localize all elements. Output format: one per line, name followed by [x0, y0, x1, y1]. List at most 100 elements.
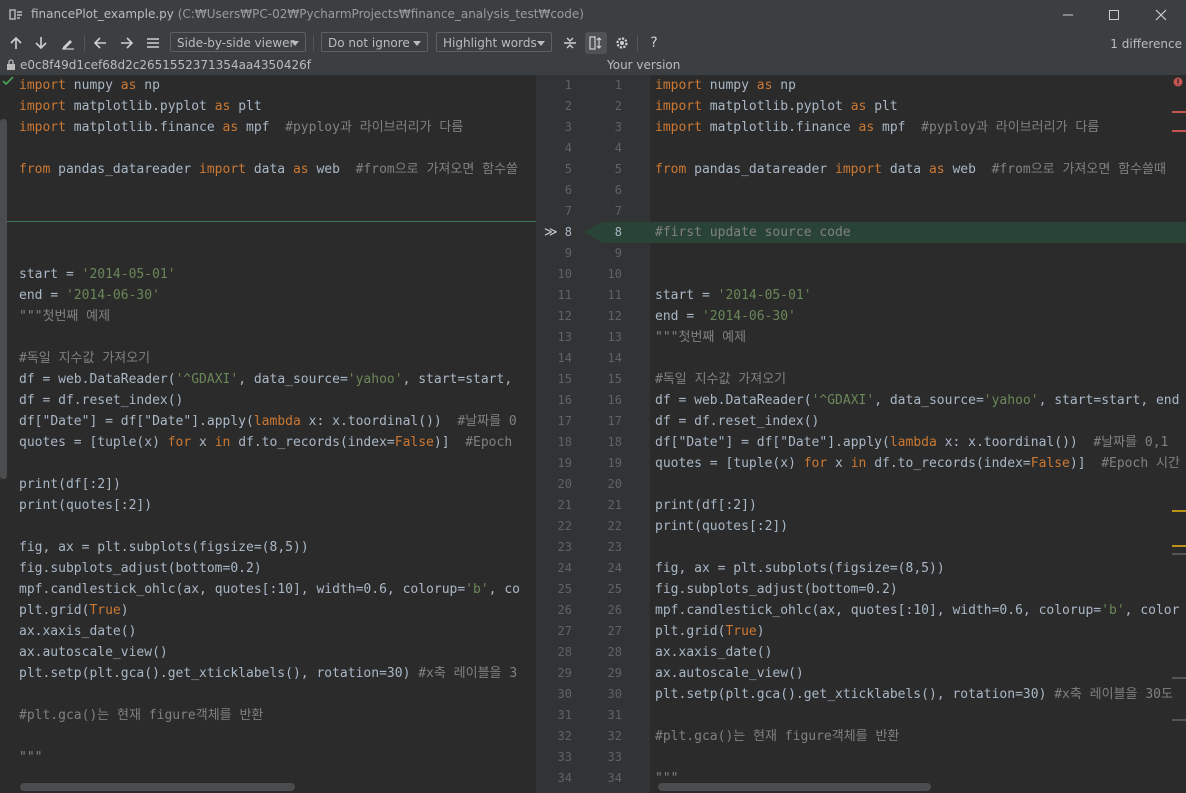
settings-button[interactable]: [611, 32, 633, 54]
info-stripe-marker[interactable]: [1172, 553, 1186, 555]
viewer-mode-select[interactable]: Side-by-side viewer: [170, 32, 306, 52]
left-code-line[interactable]: start = '2014-05-01': [19, 264, 176, 285]
gear-icon: [616, 37, 628, 49]
right-line-number: 5: [614, 162, 622, 176]
left-code-line[interactable]: quotes = [tuple(x) for x in df.to_record…: [19, 432, 512, 453]
right-code-line[interactable]: import matplotlib.finance as mpf #pyploy…: [655, 117, 1099, 138]
left-line-number: 29: [557, 666, 572, 680]
right-code-line[interactable]: plt.setp(plt.gca().get_xticklabels(), ro…: [655, 684, 1173, 705]
left-line-number: 9: [564, 246, 572, 260]
left-line-number: 11: [557, 288, 572, 302]
right-code-line[interactable]: ax.xaxis_date(): [655, 642, 772, 663]
right-code-line[interactable]: mpf.candlestick_ohlc(ax, quotes[:10], wi…: [655, 600, 1179, 621]
error-icon[interactable]: [1173, 77, 1183, 87]
left-code-line[interactable]: import matplotlib.finance as mpf #pyploy…: [19, 117, 463, 138]
left-line-number: 10: [557, 267, 572, 281]
left-code-line[interactable]: fig, ax = plt.subplots(figsize=(8,5)): [19, 537, 309, 558]
maximize-button[interactable]: [1091, 0, 1137, 30]
next-difference-button[interactable]: [30, 32, 52, 54]
ignore-whitespace-select[interactable]: Do not ignore: [321, 32, 428, 52]
back-button[interactable]: [89, 32, 111, 54]
left-code-line[interactable]: df = web.DataReader('^GDAXI', data_sourc…: [19, 369, 512, 390]
pencil-icon: [62, 40, 74, 50]
left-code-line[interactable]: df["Date"] = df["Date"].apply(lambda x: …: [19, 411, 517, 432]
left-code-line[interactable]: mpf.candlestick_ohlc(ax, quotes[:10], wi…: [19, 579, 520, 600]
right-code-line[interactable]: df = df.reset_index(): [655, 411, 819, 432]
warning-stripe-marker[interactable]: [1172, 510, 1186, 512]
left-line-number: 34: [557, 771, 572, 785]
previous-difference-button[interactable]: [5, 32, 27, 54]
right-code-line[interactable]: #plt.gca()는 현재 figure객체를 반환: [655, 726, 899, 747]
left-code-line[interactable]: ax.autoscale_view(): [19, 642, 168, 663]
right-horizontal-scrollbar[interactable]: [658, 783, 931, 791]
left-horizontal-scrollbar[interactable]: [20, 783, 295, 791]
left-code-line[interactable]: plt.grid(True): [19, 600, 129, 621]
right-code-line[interactable]: quotes = [tuple(x) for x in df.to_record…: [655, 453, 1180, 474]
info-stripe-marker[interactable]: [1172, 677, 1186, 679]
highlight-mode-select[interactable]: Highlight words: [436, 32, 552, 52]
left-code-line[interactable]: from pandas_datareader import data as we…: [19, 159, 518, 180]
right-code-line[interactable]: fig, ax = plt.subplots(figsize=(8,5)): [655, 558, 945, 579]
edit-source-button[interactable]: [57, 32, 79, 54]
right-code-line[interactable]: from pandas_datareader import data as we…: [655, 159, 1166, 180]
minimize-button[interactable]: [1045, 0, 1091, 30]
left-editor-pane[interactable]: import numpy as np import matplotlib.pypl…: [0, 75, 536, 793]
left-line-number: 17: [557, 414, 572, 428]
right-code-line[interactable]: plt.grid(True): [655, 621, 765, 642]
right-code-line[interactable]: """첫번째 예제: [655, 327, 746, 348]
arrow-up-icon: [10, 36, 22, 49]
right-line-number: 4: [614, 141, 622, 155]
right-code-line[interactable]: print(quotes[:2]): [655, 516, 788, 537]
right-line-number: 24: [607, 561, 622, 575]
error-stripe-marker[interactable]: [1172, 111, 1186, 113]
left-line-number: 15: [557, 372, 572, 386]
right-code-line[interactable]: import matplotlib.pyplot as plt: [655, 96, 898, 117]
right-code-line[interactable]: df["Date"] = df["Date"].apply(lambda x: …: [655, 432, 1168, 453]
warning-stripe-marker[interactable]: [1172, 545, 1186, 547]
right-line-number: 16: [607, 393, 622, 407]
right-code-line[interactable]: start = '2014-05-01': [655, 285, 812, 306]
right-editor-pane[interactable]: import numpy as np import matplotlib.pypl…: [650, 75, 1186, 793]
chevron-down-icon: [537, 41, 545, 46]
right-code-line[interactable]: #first update source code: [655, 222, 851, 243]
right-line-number: 31: [607, 708, 622, 722]
info-stripe-marker[interactable]: [1172, 719, 1186, 721]
viewer-mode-value: Side-by-side viewer: [177, 36, 295, 50]
revision-info-bar: e0c8f49d1cef68d2c2651552371354aa4350426f…: [0, 56, 1186, 75]
left-code-line[interactable]: fig.subplots_adjust(bottom=0.2): [19, 558, 262, 579]
left-code-line[interactable]: df = df.reset_index(): [19, 390, 183, 411]
right-line-number: 17: [607, 414, 622, 428]
sync-scroll-button[interactable]: [585, 32, 607, 54]
right-code-line[interactable]: df = web.DataReader('^GDAXI', data_sourc…: [655, 390, 1179, 411]
forward-button[interactable]: [116, 32, 138, 54]
left-code-line[interactable]: ax.xaxis_date(): [19, 621, 136, 642]
right-code-line[interactable]: end = '2014-06-30': [655, 306, 796, 327]
collapse-icon: [564, 37, 576, 49]
left-code-line[interactable]: import matplotlib.pyplot as plt: [19, 96, 262, 117]
file-list-button[interactable]: [142, 32, 164, 54]
left-code-line[interactable]: print(df[:2]): [19, 474, 121, 495]
left-code-line[interactable]: """: [19, 747, 42, 768]
right-code-line[interactable]: ax.autoscale_view(): [655, 663, 804, 684]
left-code-line[interactable]: #독일 지수값 가져오기: [19, 348, 150, 369]
left-vertical-scrollbar[interactable]: [0, 119, 7, 479]
window-filename: financePlot_example.py: [31, 7, 174, 21]
left-code-line[interactable]: end = '2014-06-30': [19, 285, 160, 306]
left-code-line[interactable]: plt.setp(plt.gca().get_xticklabels(), ro…: [19, 663, 517, 684]
close-button[interactable]: [1138, 0, 1184, 30]
right-line-number: 28: [607, 645, 622, 659]
error-stripe-marker[interactable]: [1172, 130, 1186, 132]
right-code-line[interactable]: import numpy as np: [655, 75, 796, 96]
left-code-line[interactable]: import numpy as np: [19, 75, 160, 96]
left-code-line[interactable]: #plt.gca()는 현재 figure객체를 반환: [19, 705, 263, 726]
toolbar-separator: [637, 35, 638, 51]
left-code-line[interactable]: """첫번째 예제: [19, 306, 110, 327]
collapse-unchanged-button[interactable]: [559, 32, 581, 54]
left-line-number: 5: [564, 162, 572, 176]
right-code-line[interactable]: #독일 지수값 가져오기: [655, 369, 786, 390]
left-code-line[interactable]: print(quotes[:2]): [19, 495, 152, 516]
right-code-line[interactable]: print(df[:2]): [655, 495, 757, 516]
right-code-line[interactable]: fig.subplots_adjust(bottom=0.2): [655, 579, 898, 600]
help-button[interactable]: ?: [643, 32, 665, 54]
right-line-number: 23: [607, 540, 622, 554]
